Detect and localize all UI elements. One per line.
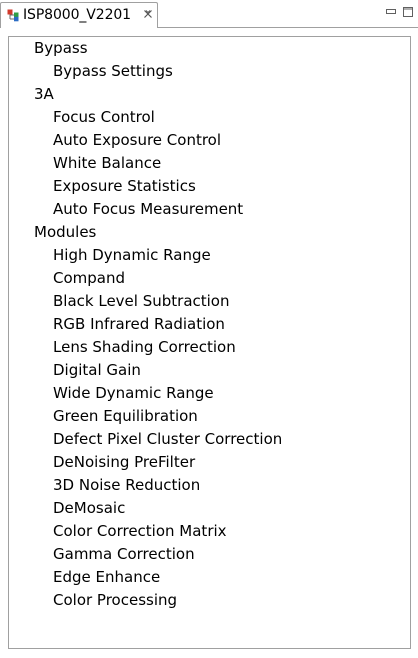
tree-item-compand[interactable]: Compand xyxy=(53,267,125,290)
tree-item-focus-control[interactable]: Focus Control xyxy=(53,106,155,129)
tree-item-wide-dynamic-range[interactable]: Wide Dynamic Range xyxy=(53,382,214,405)
tree-item-black-level-subtraction[interactable]: Black Level Subtraction xyxy=(53,290,229,313)
settings-tree: Bypass Bypass Settings 3A Focus Control Auto… xyxy=(9,37,410,648)
tree-item-high-dynamic-range[interactable]: High Dynamic Range xyxy=(53,244,211,267)
tree-item-gamma-correction[interactable]: Gamma Correction xyxy=(53,543,195,566)
view-tab[interactable]: ISP8000_V2201 xyxy=(0,2,158,28)
view-tab-title: ISP8000_V2201 xyxy=(23,7,131,23)
isp-tree-view: ISP8000_V2201 Bypass Bypass Settings 3A Foc… xyxy=(0,0,418,658)
tree-item-auto-exposure-control[interactable]: Auto Exposure Control xyxy=(53,129,221,152)
tree-item-digital-gain[interactable]: Digital Gain xyxy=(53,359,141,382)
tree-item-auto-focus-measurement[interactable]: Auto Focus Measurement xyxy=(53,198,243,221)
tree-item-color-processing[interactable]: Color Processing xyxy=(53,589,177,612)
close-icon[interactable] xyxy=(142,8,154,20)
tree-group-3a[interactable]: 3A xyxy=(34,83,54,106)
tree-item-white-balance[interactable]: White Balance xyxy=(53,152,161,175)
view-tab-strip: ISP8000_V2201 xyxy=(0,0,418,28)
tree-item-lens-shading-correction[interactable]: Lens Shading Correction xyxy=(53,336,236,359)
tree-item-bypass-settings[interactable]: Bypass Settings xyxy=(53,60,173,83)
tree-group-bypass[interactable]: Bypass xyxy=(34,37,88,60)
tree-group-modules[interactable]: Modules xyxy=(34,221,96,244)
tree-item-3d-noise-reduction[interactable]: 3D Noise Reduction xyxy=(53,474,200,497)
tree-item-exposure-statistics[interactable]: Exposure Statistics xyxy=(53,175,196,198)
tree-view-icon xyxy=(7,9,19,22)
tree-item-rgb-infrared-radiation[interactable]: RGB Infrared Radiation xyxy=(53,313,225,336)
tree-item-denoising-prefilter[interactable]: DeNoising PreFilter xyxy=(53,451,195,474)
tree-item-edge-enhance[interactable]: Edge Enhance xyxy=(53,566,160,589)
maximize-icon[interactable] xyxy=(402,6,414,18)
tree-item-defect-pixel-cluster-correction[interactable]: Defect Pixel Cluster Correction xyxy=(53,428,282,451)
tree-item-demosaic[interactable]: DeMosaic xyxy=(53,497,125,520)
tree-item-green-equilibration[interactable]: Green Equilibration xyxy=(53,405,198,428)
tree-panel: Bypass Bypass Settings 3A Focus Control Auto… xyxy=(8,36,411,649)
minimize-icon[interactable] xyxy=(385,6,397,18)
tree-item-color-correction-matrix[interactable]: Color Correction Matrix xyxy=(53,520,227,543)
